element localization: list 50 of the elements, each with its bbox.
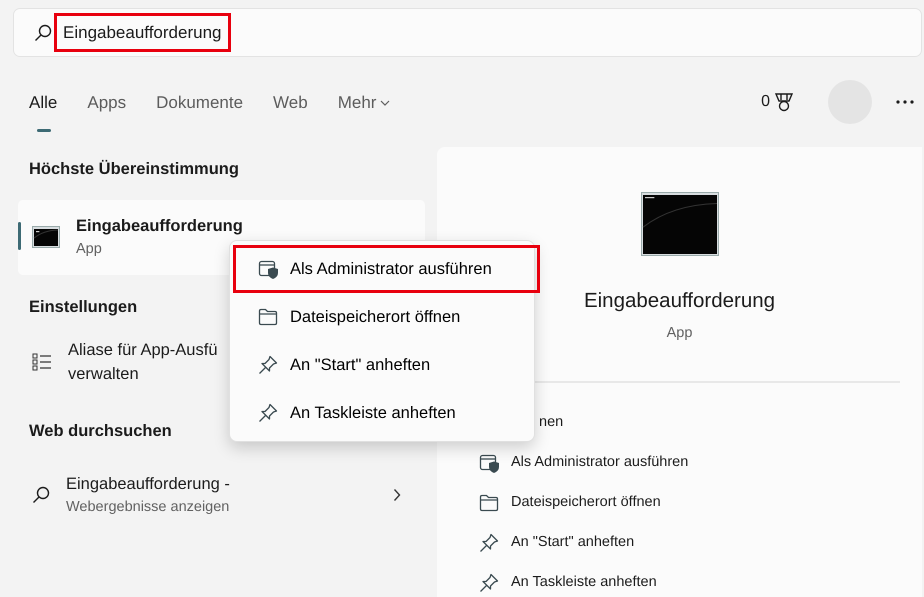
action-item[interactable]: Dateispeicherort öffnen [473, 482, 900, 522]
filter-tab[interactable]: Alle [29, 72, 58, 132]
preview-subtitle: App [666, 324, 692, 343]
result-title: Aliase für App-Ausfü [68, 340, 218, 360]
pin-icon [479, 572, 499, 592]
medal-icon [774, 92, 794, 112]
shield-window-icon [479, 452, 499, 472]
action-label: nen [539, 412, 564, 432]
preview-title: Eingabeaufforderung [584, 288, 776, 314]
filter-tab[interactable]: Web [273, 72, 308, 132]
folder-icon [258, 308, 278, 326]
search-field[interactable]: Eingabeaufforderung [13, 8, 922, 57]
action-item[interactable]: Als Administrator ausführen [473, 442, 900, 482]
section-heading: Höchste Übereinstimmung [28, 158, 239, 180]
chevron-right-icon [393, 488, 401, 502]
filter-tab[interactable]: Dokumente [156, 72, 244, 132]
result-subtitle: Webergebnisse anzeigen [66, 498, 230, 516]
action-label: An "Start" anheften [511, 532, 634, 552]
action-item[interactable]: An Taskleiste anheften [473, 562, 900, 597]
filter-tab[interactable]: Apps [87, 72, 126, 132]
result-title: Eingabeaufforderung [76, 216, 243, 237]
menu-item[interactable]: Als Administrator ausführen [233, 245, 540, 293]
section-heading: Web durchsuchen [28, 421, 172, 442]
shield-window-icon [258, 259, 278, 279]
web-result[interactable]: Eingabeaufforderung - Webergebnisse anzeigen [16, 462, 425, 528]
folder-icon [479, 494, 499, 512]
menu-item[interactable]: An Taskleiste anheften [233, 389, 540, 437]
search-icon [34, 24, 52, 42]
menu-item[interactable]: An "Start" anheften [233, 341, 540, 389]
result-subtitle: App [76, 240, 103, 259]
action-label: Dateispeicherort öffnen [511, 492, 661, 512]
chevron-down-icon [380, 100, 390, 106]
menu-item[interactable]: Dateispeicherort öffnen [233, 293, 540, 341]
terminal-icon [32, 226, 60, 248]
pin-icon [258, 355, 278, 375]
filter-tab[interactable]: Mehr [338, 72, 390, 132]
search-text: Eingabeaufforderung [54, 12, 230, 52]
terminal-icon [640, 192, 718, 256]
pin-icon [258, 403, 278, 423]
more-icon [896, 100, 914, 104]
result-title: Eingabeaufforderung - [66, 474, 230, 495]
search-icon [32, 486, 50, 504]
action-label: Als Administrator ausführen [511, 452, 688, 472]
action-item[interactable]: An "Start" anheften [473, 522, 900, 562]
pin-icon [479, 532, 499, 552]
action-label: An Taskleiste anheften [511, 572, 657, 592]
list-icon [32, 353, 52, 372]
result-title: verwalten [68, 364, 140, 386]
section-heading: Einstellungen [28, 296, 138, 318]
points-count: 0 [761, 92, 770, 112]
